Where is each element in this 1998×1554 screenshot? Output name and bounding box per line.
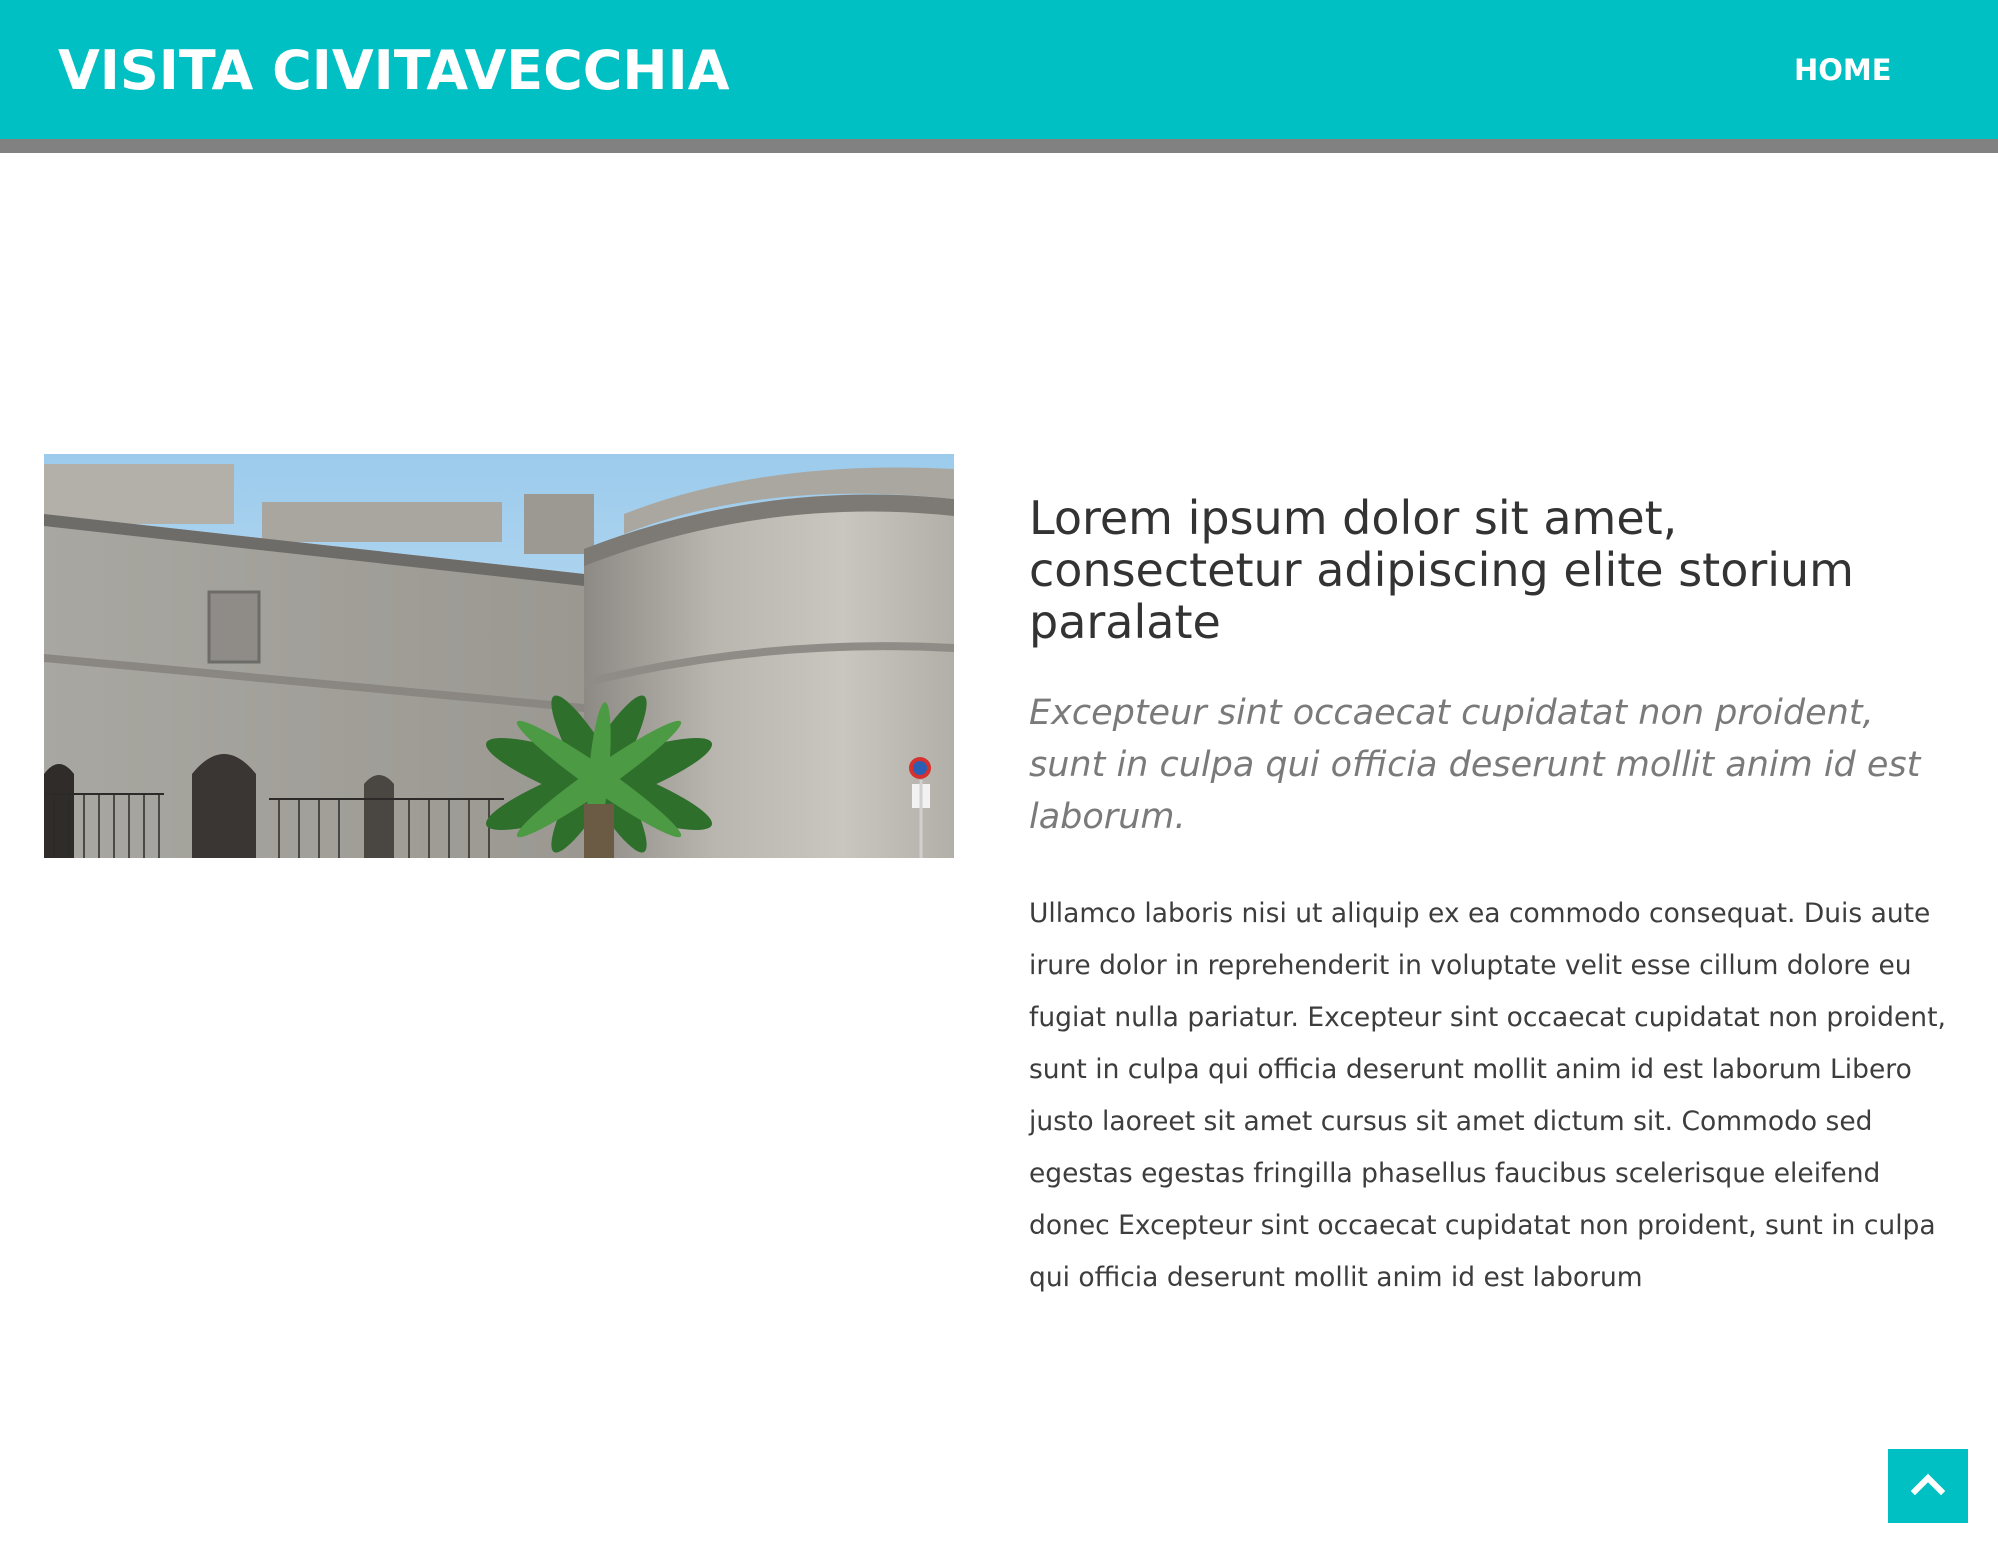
feature-headline: Lorem ipsum dolor sit amet, consectetur … — [1029, 491, 1854, 649]
chevron-up-icon — [1910, 1473, 1946, 1500]
fortress-photo — [44, 454, 954, 858]
navbar: VISITA CIVITAVECCHIA HOME — [0, 0, 1998, 139]
scroll-to-top-button[interactable] — [1888, 1449, 1968, 1523]
navbar-divider — [0, 139, 1998, 153]
feature-body: Ullamco laboris nisi ut aliquip ex ea co… — [1029, 898, 1946, 1293]
nav-item-home[interactable]: HOME — [1794, 50, 1892, 90]
feature-lead: Excepteur sint occaecat cupidatat non pr… — [1029, 693, 1921, 837]
brand-link[interactable]: VISITA CIVITAVECCHIA — [58, 36, 730, 106]
